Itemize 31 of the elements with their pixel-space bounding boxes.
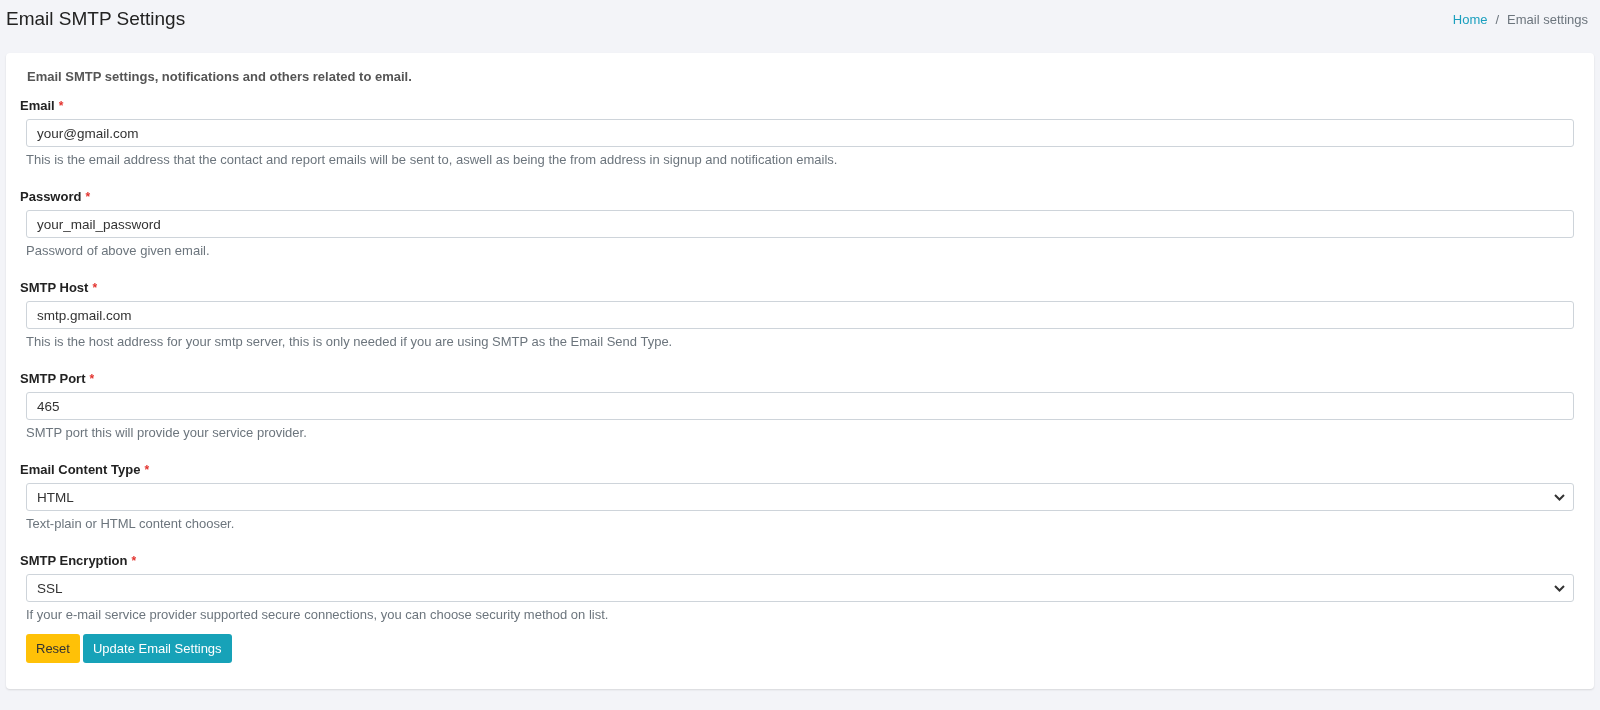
input-field[interactable]: your@gmail.com <box>26 119 1574 147</box>
chevron-down-icon <box>1554 493 1565 501</box>
field-label: Password <box>20 189 82 204</box>
help-text: Text-plain or HTML content chooser. <box>26 516 236 531</box>
required-mark: * <box>131 554 137 568</box>
required-mark: * <box>92 281 98 295</box>
input-field[interactable]: 465 <box>26 392 1574 420</box>
required-mark: * <box>85 190 91 204</box>
help-text: This is the host address for your smtp server, this is only needed if you are using SMTP as the Email Send Type. <box>26 334 674 349</box>
breadcrumb-current: Email settings <box>1507 11 1588 27</box>
select-field[interactable]: HTML <box>26 483 1574 511</box>
field-label: SMTP Port <box>20 371 86 386</box>
help-text: Password of above given email. <box>26 243 211 258</box>
input-field[interactable]: smtp.gmail.com <box>26 301 1574 329</box>
required-mark: * <box>58 99 64 113</box>
field-label: Email <box>20 98 55 113</box>
required-mark: * <box>89 372 95 386</box>
select-field[interactable]: SSL <box>26 574 1574 602</box>
field-label: Email Content Type <box>20 462 141 477</box>
breadcrumb-separator: / <box>1495 11 1500 27</box>
field-label: SMTP Host <box>20 280 89 295</box>
input-field[interactable]: your_mail_password <box>26 210 1574 238</box>
field-label: SMTP Encryption <box>20 553 128 568</box>
help-text: This is the email address that the contact and report emails will be sent to, aswell as being the from address in signup and notification emails. <box>26 152 839 167</box>
help-text: SMTP port this will provide your service provider. <box>26 425 308 440</box>
page-title: Email SMTP Settings <box>6 8 186 30</box>
help-text: If your e-mail service provider supported secure connections, you can choose security method on list. <box>26 607 610 622</box>
required-mark: * <box>144 463 150 477</box>
reset-button[interactable]: Reset <box>26 634 80 663</box>
chevron-down-icon <box>1554 584 1565 592</box>
card-intro: Email SMTP settings, notifications and others related to email. <box>26 69 413 84</box>
